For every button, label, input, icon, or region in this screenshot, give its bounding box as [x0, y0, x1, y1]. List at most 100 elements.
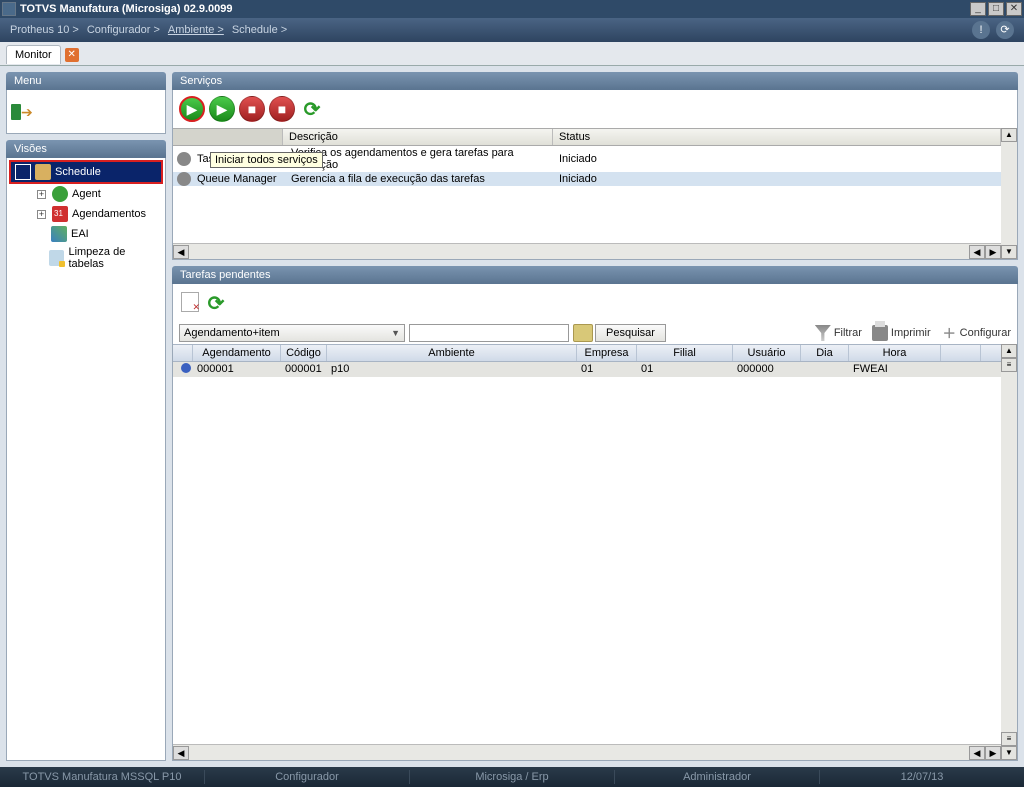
maximize-button[interactable]: □ — [988, 2, 1004, 16]
breadcrumb-ambiente[interactable]: Ambiente > — [168, 24, 224, 36]
minimize-button[interactable]: _ — [970, 2, 986, 16]
clean-icon — [49, 250, 64, 266]
scroll-down-icon[interactable]: ▼ — [1001, 245, 1017, 259]
table-row[interactable]: Queue Manager Gerencia a fila de execuçã… — [173, 172, 1001, 186]
search-input[interactable] — [409, 324, 569, 342]
stop-all-button[interactable]: ■ — [269, 96, 295, 122]
tree-item-agendamentos[interactable]: + Agendamentos — [9, 204, 163, 224]
col-agendamento[interactable]: Agendamento — [193, 345, 281, 361]
status-module: Configurador — [205, 771, 409, 783]
col-ambiente[interactable]: Ambiente — [327, 345, 577, 361]
scroll-right-icon[interactable]: ◀ — [969, 245, 985, 259]
scroll-right-icon[interactable]: ▶ — [985, 245, 1001, 259]
tarefas-hscroll[interactable]: ◀ ◀ ▶ — [173, 744, 1001, 760]
cell-status: Iniciado — [553, 152, 1001, 166]
visoes-panel-header: Visões — [6, 140, 166, 158]
status-company: Microsiga / Erp — [410, 771, 614, 783]
tab-close-button[interactable]: ✕ — [65, 48, 79, 62]
tarefas-grid-header: Agendamento Código Ambiente Empresa Fili… — [173, 344, 1001, 362]
print-icon — [872, 325, 888, 341]
agent-icon — [52, 186, 68, 202]
alert-icon[interactable]: ! — [972, 21, 990, 39]
scroll-down-icon[interactable]: ≡ — [1001, 732, 1017, 746]
servicos-panel-header: Serviços — [172, 72, 1018, 90]
col-status[interactable]: Status — [553, 129, 1001, 145]
col-codigo[interactable]: Código — [281, 345, 327, 361]
scroll-down-icon[interactable]: ▼ — [1001, 746, 1017, 760]
scroll-up-icon[interactable]: ≡ — [1001, 358, 1017, 372]
cell-nome: Queue Manager — [191, 172, 285, 186]
refresh-button[interactable]: ⟳ — [299, 96, 325, 122]
table-row[interactable]: 000001 000001 p10 01 01 000000 FWEAI — [173, 362, 1001, 377]
calendar-icon — [52, 206, 68, 222]
cell-status: Iniciado — [553, 172, 1001, 186]
breadcrumb-schedule[interactable]: Schedule > — [232, 24, 287, 36]
scroll-up-icon[interactable]: ▲ — [1001, 344, 1017, 358]
cell-codigo: 000001 — [281, 362, 327, 377]
scroll-left-icon[interactable]: ◀ — [173, 245, 189, 259]
scroll-up-icon[interactable]: ▲ — [1001, 128, 1017, 142]
titlebar: TOTVS Manufatura (Microsiga) 02.9.0099 _… — [0, 0, 1024, 18]
close-button[interactable]: ✕ — [1006, 2, 1022, 16]
tree-item-eai[interactable]: EAI — [9, 224, 163, 244]
delete-task-button[interactable] — [181, 292, 199, 312]
breadcrumb-protheus[interactable]: Protheus 10 > — [10, 24, 79, 36]
scroll-left-icon[interactable]: ◀ — [173, 746, 189, 760]
servicos-grid-header: Descrição Status — [173, 128, 1001, 146]
exit-icon[interactable] — [11, 102, 39, 122]
left-column: Menu Visões Schedule + Agent + Ag — [6, 72, 166, 761]
square-icon — [15, 164, 31, 180]
col-hora[interactable]: Hora — [849, 345, 941, 361]
print-button[interactable]: Imprimir — [872, 325, 931, 341]
expander-icon[interactable]: + — [37, 190, 46, 199]
help-icon[interactable]: ⟳ — [996, 21, 1014, 39]
col-dia[interactable]: Dia — [801, 345, 849, 361]
configure-button[interactable]: Configurar — [941, 325, 1011, 341]
breadcrumb: Protheus 10 > Configurador > Ambiente > … — [0, 18, 1024, 42]
cell-ambiente: p10 — [327, 362, 577, 377]
col-empresa[interactable]: Empresa — [577, 345, 637, 361]
tree-label-agent: Agent — [72, 188, 101, 200]
status-user: Administrador — [615, 771, 819, 783]
stop-one-button[interactable]: ■ — [239, 96, 265, 122]
servicos-panel: ▶ ▶ ■ ■ ⟳ Descrição Status — [172, 90, 1018, 260]
filter-button[interactable]: Filtrar — [815, 325, 862, 341]
cell-agendamento: 000001 — [193, 362, 281, 377]
tree-item-schedule[interactable]: Schedule — [9, 160, 163, 184]
tarefas-panel: ⟳ Agendamento+item ▼ Pesquisar — [172, 284, 1018, 761]
status-date: 12/07/13 — [820, 771, 1024, 783]
tabbar: Monitor ✕ — [0, 42, 1024, 66]
cell-empresa: 01 — [577, 362, 637, 377]
statusbar: TOTVS Manufatura MSSQL P10 Configurador … — [0, 767, 1024, 787]
start-button[interactable]: ▶ — [209, 96, 235, 122]
col-filial[interactable]: Filial — [637, 345, 733, 361]
breadcrumb-configurador[interactable]: Configurador > — [87, 24, 160, 36]
cell-descricao: Verifica os agendamentos e gera tarefas … — [285, 146, 553, 172]
cell-hora: FWEAI — [849, 362, 941, 377]
tab-monitor[interactable]: Monitor — [6, 45, 61, 64]
binoculars-icon[interactable] — [573, 324, 593, 342]
col-descricao[interactable]: Descrição — [283, 129, 553, 145]
search-field-combo[interactable]: Agendamento+item ▼ — [179, 324, 405, 342]
visoes-tree: Schedule + Agent + Agendamentos EAI — [6, 158, 166, 761]
col-usuario[interactable]: Usuário — [733, 345, 801, 361]
tree-label-agendamentos: Agendamentos — [72, 208, 146, 220]
refresh-tasks-button[interactable]: ⟳ — [205, 292, 227, 314]
eai-icon — [51, 226, 67, 242]
expander-icon[interactable]: + — [37, 210, 46, 219]
tab-label: Monitor — [15, 49, 52, 61]
combo-value: Agendamento+item — [184, 327, 280, 339]
scroll-right-icon[interactable]: ◀ — [969, 746, 985, 760]
servicos-hscroll[interactable]: ◀ ◀ ▶ — [173, 243, 1001, 259]
servicos-toolbar: ▶ ▶ ■ ■ ⟳ — [173, 90, 1017, 128]
chevron-down-icon: ▼ — [391, 328, 400, 338]
tooltip: Iniciar todos serviços — [210, 152, 323, 168]
cell-usuario: 000000 — [733, 362, 801, 377]
service-icon — [177, 172, 191, 186]
start-all-button[interactable]: ▶ — [179, 96, 205, 122]
search-button[interactable]: Pesquisar — [595, 324, 666, 342]
tree-item-agent[interactable]: + Agent — [9, 184, 163, 204]
scroll-right-icon[interactable]: ▶ — [985, 746, 1001, 760]
tree-item-limpeza[interactable]: Limpeza de tabelas — [9, 244, 163, 272]
config-icon — [941, 325, 957, 341]
